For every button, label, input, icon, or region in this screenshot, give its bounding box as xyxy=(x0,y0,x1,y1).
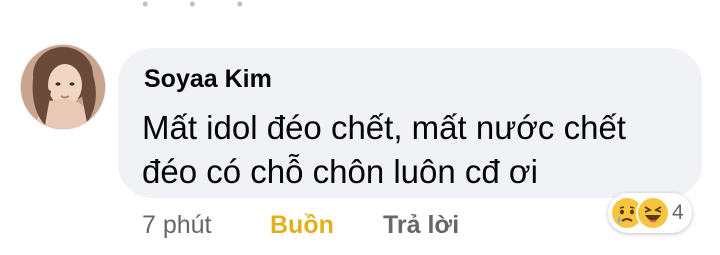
profile-photo xyxy=(21,45,105,129)
reaction-button[interactable]: Buồn xyxy=(270,205,334,245)
comment-text: Mất idol đéo chết, mất nước chết đéo có … xyxy=(142,109,626,190)
previous-comment-edge: • • • xyxy=(142,0,261,14)
reply-button[interactable]: Trả lời xyxy=(383,205,459,245)
haha-emoji-icon xyxy=(638,198,668,228)
reaction-count: 4 xyxy=(672,201,684,224)
comment-bubble: Soyaa Kim Mất idol đéo chết, mất nước ch… xyxy=(118,48,702,198)
comment-author[interactable]: Soyaa Kim xyxy=(144,65,272,94)
reaction-summary[interactable]: 4 xyxy=(608,193,692,233)
comment-timestamp[interactable]: 7 phút xyxy=(142,205,212,245)
avatar[interactable] xyxy=(21,45,105,129)
